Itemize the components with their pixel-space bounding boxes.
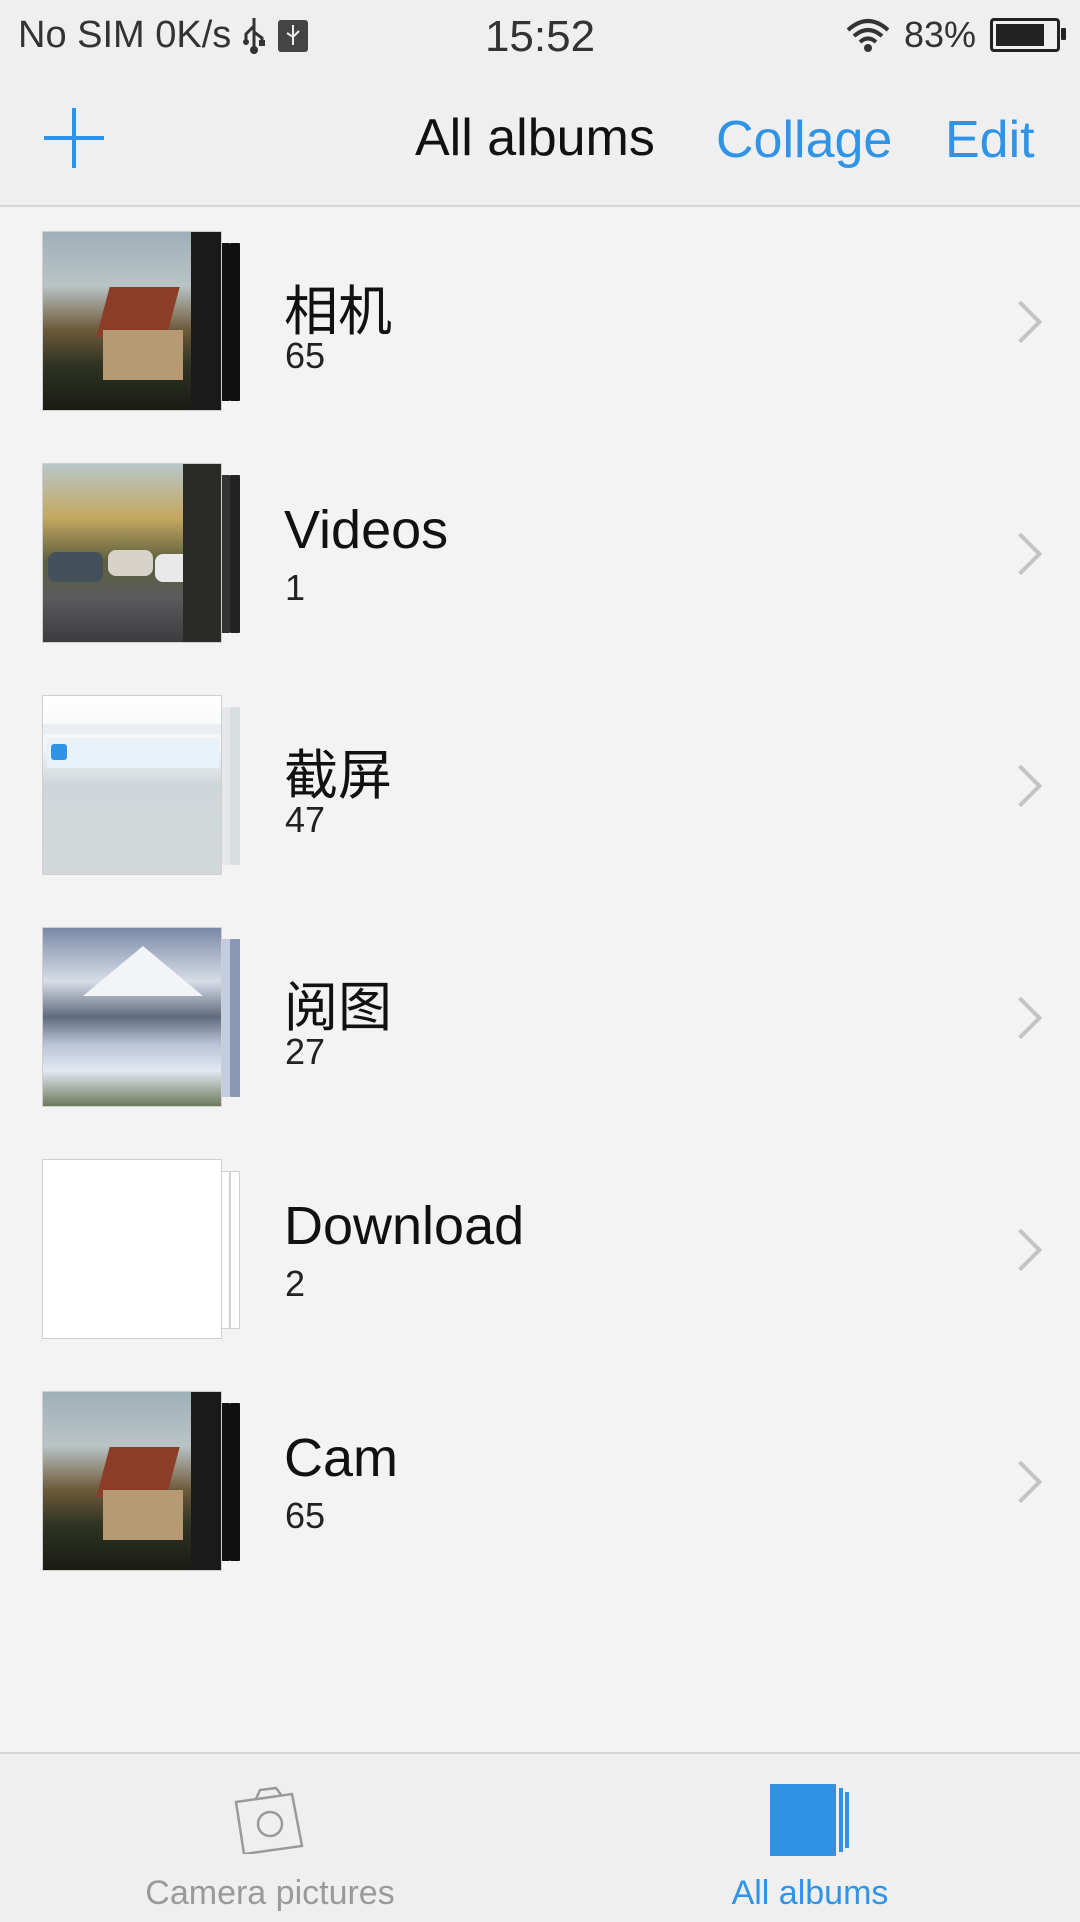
app-header: All albums Collage Edit xyxy=(0,72,1080,207)
album-count: 65 xyxy=(285,1495,326,1536)
tab-camera-pictures[interactable]: Camera pictures xyxy=(0,1754,540,1922)
chevron-right-icon xyxy=(1006,999,1036,1029)
chevron-right-icon xyxy=(1006,1231,1036,1261)
battery-percent: 83% xyxy=(903,14,976,55)
chevron-right-icon xyxy=(1006,535,1036,565)
camera-icon xyxy=(234,1786,304,1854)
albums-icon xyxy=(770,1784,849,1856)
tab-label: All albums xyxy=(731,1874,889,1912)
album-thumbnail xyxy=(42,1391,222,1571)
stack-edge xyxy=(230,939,240,1097)
album-row[interactable]: Cam 65 xyxy=(0,1367,1080,1599)
collage-button[interactable]: Collage xyxy=(716,110,892,170)
album-list: 相机 65 Videos 1 截屏 47 阅图 27 Download 2 Ca… xyxy=(0,207,1080,1599)
album-name: Videos xyxy=(284,500,449,560)
status-bar: No SIM 0K/s 15:52 83% xyxy=(0,0,1080,72)
album-thumbnail xyxy=(42,463,222,643)
album-thumbnail xyxy=(42,927,222,1107)
album-count: 2 xyxy=(285,1263,306,1304)
album-thumbnail xyxy=(42,231,222,411)
stack-edge xyxy=(230,475,240,633)
add-album-button[interactable] xyxy=(44,108,104,168)
album-count: 27 xyxy=(285,1031,326,1072)
battery-icon xyxy=(990,18,1066,52)
album-row[interactable]: Videos 1 xyxy=(0,439,1080,671)
album-thumbnail-stack xyxy=(42,1159,242,1341)
wifi-icon xyxy=(846,19,890,52)
stack-edge xyxy=(230,707,240,865)
tab-label: Camera pictures xyxy=(145,1874,395,1912)
album-count: 47 xyxy=(285,799,326,840)
album-thumbnail xyxy=(42,1159,222,1339)
album-row[interactable]: Download 2 xyxy=(0,1135,1080,1367)
album-row[interactable]: 相机 65 xyxy=(0,207,1080,439)
battery-fill xyxy=(996,24,1044,46)
album-thumbnail-stack xyxy=(42,231,242,413)
chevron-right-icon xyxy=(1006,1463,1036,1493)
chevron-right-icon xyxy=(1006,303,1036,333)
chevron-right-icon xyxy=(1006,767,1036,797)
stack-edge xyxy=(230,1171,240,1329)
album-row[interactable]: 截屏 47 xyxy=(0,671,1080,903)
album-thumbnail-stack xyxy=(42,1391,242,1573)
album-count: 65 xyxy=(285,335,326,376)
album-name: Download xyxy=(284,1196,525,1256)
album-thumbnail-stack xyxy=(42,463,242,645)
edit-button[interactable]: Edit xyxy=(945,110,1035,170)
album-row[interactable]: 阅图 27 xyxy=(0,903,1080,1135)
album-count: 1 xyxy=(285,567,306,608)
album-thumbnail xyxy=(42,695,222,875)
page-title: All albums xyxy=(415,109,655,167)
album-thumbnail-stack xyxy=(42,927,242,1109)
album-thumbnail-stack xyxy=(42,695,242,877)
status-right: 83% xyxy=(846,14,1066,56)
album-name: Cam xyxy=(284,1428,399,1488)
bottom-tab-bar: Camera pictures All albums xyxy=(0,1752,1080,1922)
stack-edge xyxy=(230,243,240,401)
stack-edge xyxy=(230,1403,240,1561)
